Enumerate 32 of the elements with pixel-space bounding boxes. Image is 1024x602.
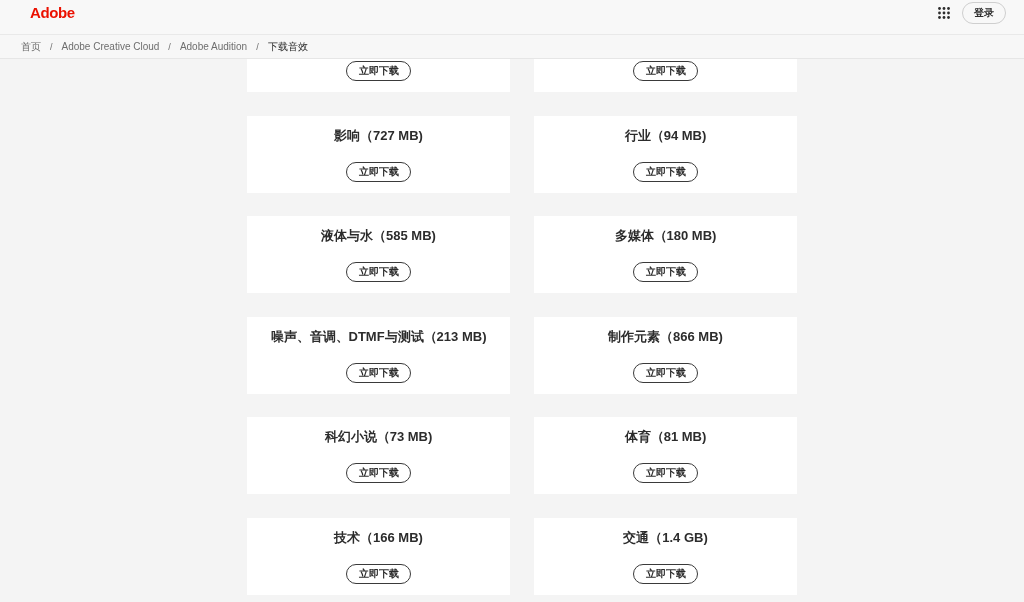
- card-title: 噪声、音调、DTMF与测试（213 MB): [270, 327, 487, 346]
- breadcrumb-separator: /: [50, 41, 53, 52]
- download-button[interactable]: 立即下载: [346, 61, 411, 81]
- download-button[interactable]: 立即下载: [346, 463, 411, 483]
- download-button[interactable]: 立即下载: [633, 61, 698, 81]
- download-button[interactable]: 立即下载: [346, 161, 411, 182]
- card-title: 科幻小说（73 MB): [324, 428, 433, 446]
- download-button[interactable]: 立即下载: [633, 362, 698, 383]
- download-button[interactable]: 立即下载: [633, 563, 698, 584]
- card-title: 体育（81 MB): [624, 428, 707, 446]
- breadcrumb-link[interactable]: Adobe Creative Cloud: [61, 41, 160, 52]
- download-button[interactable]: 立即下载: [346, 362, 411, 383]
- apps-grid-icon[interactable]: [938, 6, 950, 19]
- card-title: 制作元素（866 MB): [608, 327, 723, 346]
- breadcrumb-separator: /: [256, 41, 259, 52]
- adobe-logo[interactable]: Adobe: [30, 4, 75, 21]
- card-title: 多媒体（180 MB): [614, 227, 717, 245]
- card-title: 液体与水（585 MB): [321, 227, 436, 245]
- download-button[interactable]: 立即下载: [633, 161, 698, 182]
- card-title: 影响（727 MB): [334, 126, 423, 145]
- download-button[interactable]: 立即下载: [633, 463, 698, 483]
- breadcrumb-current[interactable]: 下载音效: [267, 39, 308, 54]
- card-title: 技术（166 MB): [334, 528, 423, 547]
- card-title: 行业（94 MB): [624, 126, 707, 145]
- download-button[interactable]: 立即下载: [346, 262, 411, 282]
- card-title: 交通（1.4 GB): [623, 528, 708, 547]
- breadcrumb-separator: /: [168, 41, 171, 52]
- breadcrumb-link[interactable]: 首页: [21, 39, 41, 54]
- download-button[interactable]: 立即下载: [633, 262, 698, 282]
- breadcrumb-link[interactable]: Adobe Audition: [179, 41, 248, 52]
- sign-in-button[interactable]: 登录: [962, 1, 1006, 24]
- download-button[interactable]: 立即下载: [346, 563, 411, 584]
